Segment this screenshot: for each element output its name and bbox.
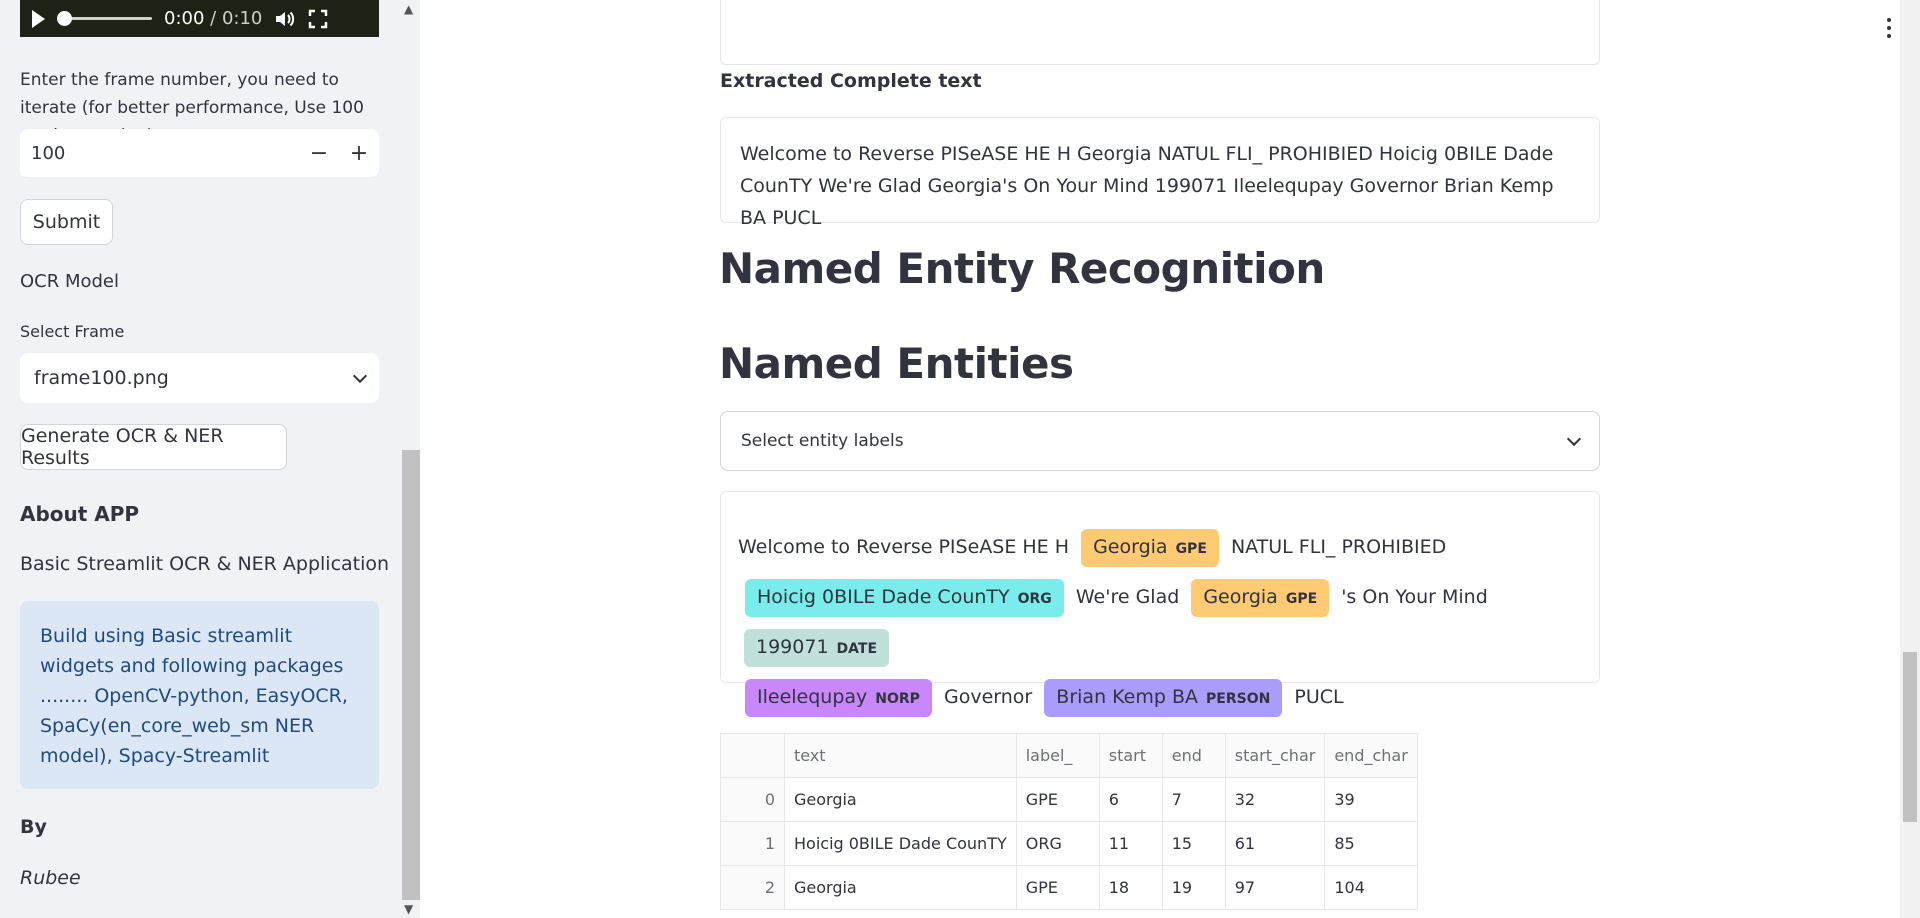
entity-text: Georgia [1203, 586, 1278, 608]
entity-mark: Georgia GPE [1081, 529, 1219, 567]
table-row[interactable]: 1 Hoicig 0BILE Dade CounTY ORG 11 15 61 … [720, 821, 1418, 866]
entity-mark: Georgia GPE [1191, 579, 1330, 617]
table-cell: 1 [720, 821, 785, 866]
extracted-text-box: Welcome to Reverse PISeASE HE H Georgia … [720, 117, 1600, 229]
duration: / 0:10 [210, 8, 263, 29]
ner-text: We're Glad [1075, 586, 1180, 608]
frame-number-input[interactable]: 100 − + [20, 129, 379, 177]
table-cell: 2 [720, 865, 785, 910]
table-cell: 85 [1324, 821, 1418, 866]
entity-label: DATE [836, 641, 878, 657]
about-text: Basic Streamlit OCR & NER Application [20, 553, 390, 575]
entity-labels-placeholder: Select entity labels [741, 431, 904, 451]
chevron-down-icon [352, 368, 368, 383]
main-scrollbar[interactable] [1900, 0, 1920, 918]
about-title: About APP [20, 502, 140, 526]
extracted-text-label: Extracted Complete text [720, 70, 982, 92]
table-cell: 15 [1161, 821, 1226, 866]
select-frame-label: Select Frame [20, 322, 125, 341]
entity-text: Brian Kemp BA [1056, 686, 1198, 708]
entity-mark: Brian Kemp BA PERSON [1044, 679, 1283, 717]
entity-label: GPE [1285, 591, 1318, 607]
entity-mark: Hoicig 0BILE Dade CounTY ORG [745, 579, 1064, 617]
fullscreen-icon[interactable] [308, 9, 328, 29]
entity-label: PERSON [1206, 691, 1271, 707]
table-cell: 61 [1224, 821, 1326, 866]
entity-text: Hoicig 0BILE Dade CounTY [757, 586, 1010, 608]
table-cell: 39 [1324, 777, 1418, 822]
entity-text: Georgia [1093, 536, 1168, 558]
author-name: Rubee [20, 867, 81, 889]
ner-heading: Named Entity Recognition [719, 244, 1325, 293]
column-header-end[interactable]: end [1161, 733, 1226, 778]
info-box: Build using Basic streamlit widgets and … [20, 601, 379, 789]
video-progress-slider[interactable] [57, 11, 152, 26]
entity-mark: 199071 DATE [744, 629, 890, 667]
sidebar-scrollbar[interactable]: ▲ ▼ [400, 0, 420, 918]
video-time: 0:00 / 0:10 [164, 8, 262, 29]
frame-number-value[interactable]: 100 [20, 143, 299, 164]
by-label: By [20, 816, 47, 838]
decrement-button[interactable]: − [299, 141, 339, 166]
entity-label: ORG [1017, 591, 1052, 607]
ner-text: PUCL [1294, 686, 1344, 708]
ner-visualization: Welcome to Reverse PISeASE HE H Georgia G… [720, 491, 1600, 717]
table-cell: 18 [1098, 865, 1163, 910]
entities-table[interactable]: text label_ start end start_char end_cha… [720, 733, 1418, 910]
scroll-down-icon[interactable]: ▼ [404, 902, 413, 916]
entity-label: NORP [875, 691, 920, 707]
ner-text: Governor [944, 686, 1033, 708]
progress-knob[interactable] [57, 11, 72, 26]
table-cell: 32 [1224, 777, 1326, 822]
column-header-start[interactable]: start [1098, 733, 1163, 778]
current-time: 0:00 [164, 8, 205, 29]
column-header-text[interactable]: text [784, 733, 1017, 778]
ner-text: NATUL FLI_ PROHIBIED [1230, 536, 1447, 558]
increment-button[interactable]: + [339, 141, 379, 166]
play-icon[interactable] [32, 9, 45, 28]
column-header-index[interactable] [720, 733, 785, 778]
entity-labels-select[interactable]: Select entity labels [720, 411, 1600, 471]
main-menu-icon[interactable] [1887, 18, 1891, 42]
table-row[interactable]: 2 Georgia GPE 18 19 97 104 [720, 865, 1418, 910]
scroll-up-icon[interactable]: ▲ [404, 2, 413, 16]
entities-heading: Named Entities [719, 339, 1074, 388]
main-scroll-thumb[interactable] [1903, 652, 1917, 822]
table-cell: 11 [1098, 821, 1163, 866]
table-cell: Hoicig 0BILE Dade CounTY [784, 821, 1017, 866]
column-header-label[interactable]: label_ [1015, 733, 1100, 778]
entity-text: Ileelequpay [757, 686, 868, 708]
generate-results-button[interactable]: Generate OCR & NER Results [20, 424, 287, 470]
entity-mark: Ileelequpay NORP [745, 679, 932, 717]
ocr-model-label: OCR Model [20, 271, 120, 292]
entity-text: 199071 [756, 636, 829, 658]
table-cell: 0 [720, 777, 785, 822]
video-player[interactable]: 0:00 / 0:10 [20, 0, 379, 37]
volume-icon[interactable] [274, 9, 296, 29]
table-header-row: text label_ start end start_char end_cha… [720, 733, 1418, 778]
table-cell: 6 [1098, 777, 1163, 822]
select-frame-dropdown[interactable]: frame100.png [20, 353, 379, 403]
table-cell: Georgia [784, 865, 1017, 910]
table-cell: ORG [1015, 821, 1100, 866]
ner-text: 's On Your Mind [1341, 586, 1488, 608]
select-frame-value: frame100.png [34, 367, 169, 389]
column-header-start-char[interactable]: start_char [1224, 733, 1326, 778]
ner-text: Welcome to Reverse PISeASE HE H [738, 536, 1070, 558]
table-cell: GPE [1015, 865, 1100, 910]
table-cell: 97 [1224, 865, 1326, 910]
sidebar-scroll-thumb[interactable] [402, 450, 420, 900]
table-cell: 104 [1324, 865, 1418, 910]
table-cell: 7 [1161, 777, 1226, 822]
table-cell: Georgia [784, 777, 1017, 822]
table-row[interactable]: 0 Georgia GPE 6 7 32 39 [720, 777, 1418, 822]
sidebar: 0:00 / 0:10 Enter the frame number, you … [0, 0, 400, 918]
previous-output-box [720, 0, 1600, 65]
column-header-end-char[interactable]: end_char [1324, 733, 1418, 778]
table-cell: 19 [1161, 865, 1226, 910]
entity-label: GPE [1175, 541, 1207, 557]
table-cell: GPE [1015, 777, 1100, 822]
chevron-down-icon [1566, 431, 1582, 446]
submit-button[interactable]: Submit [20, 199, 113, 245]
